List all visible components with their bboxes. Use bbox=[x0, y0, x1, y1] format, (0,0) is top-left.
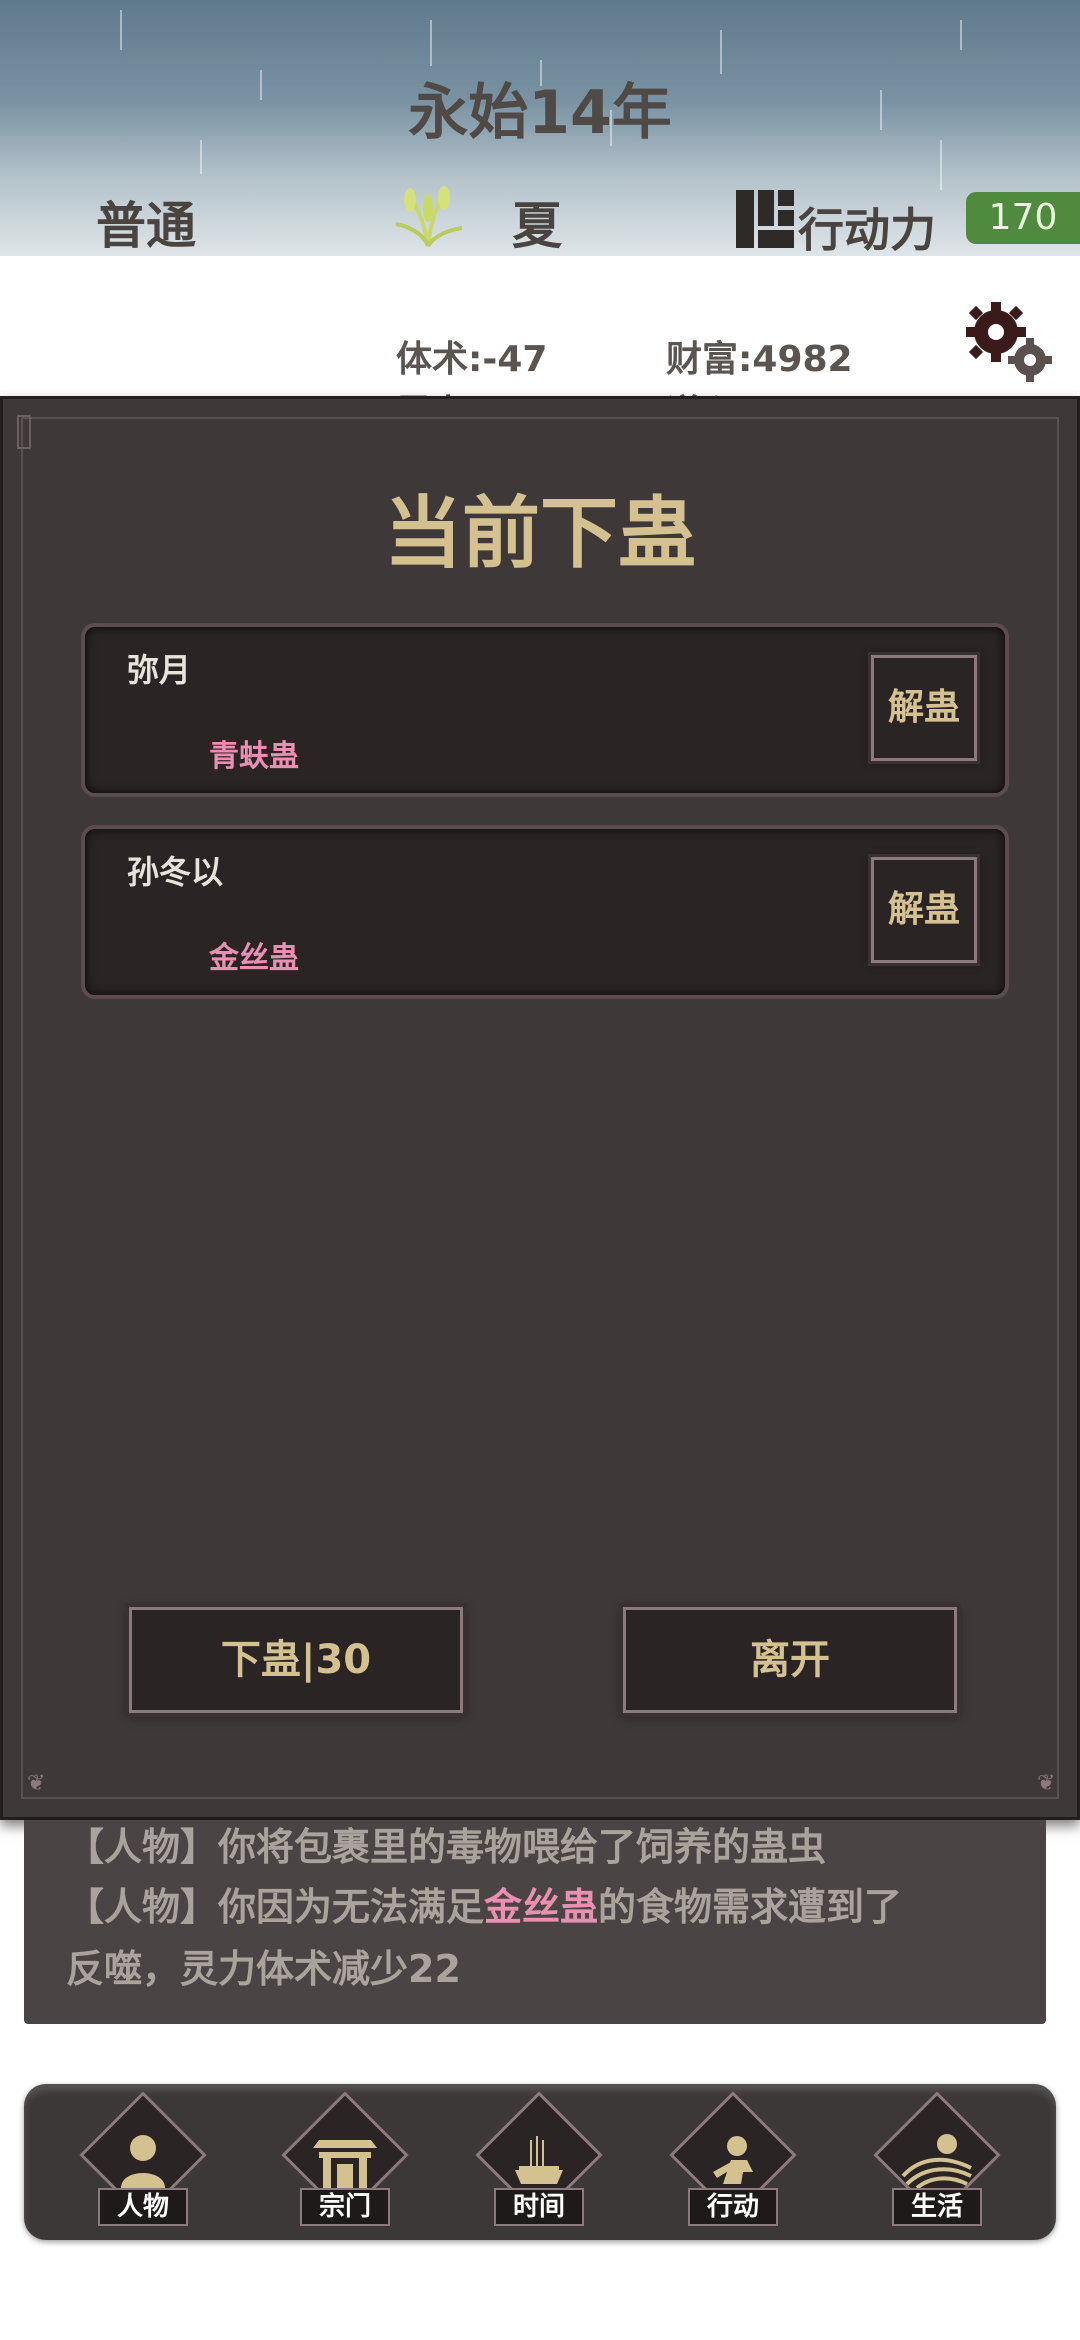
leave-button[interactable]: 离开 bbox=[623, 1607, 957, 1713]
action-points-value: 170 bbox=[966, 192, 1080, 244]
dialog-title: 当前下蛊 bbox=[383, 489, 696, 579]
nav-label: 行动 bbox=[688, 2188, 778, 2226]
target-name: 弥月 bbox=[127, 651, 192, 689]
gu-entry-card: 孙冬以 金丝蛊 解蛊 bbox=[81, 825, 1009, 999]
nav-label: 宗门 bbox=[300, 2188, 390, 2226]
event-log: 【人物】你将包裹里的毒物喂给了饲养的蛊虫 【人物】你因为无法满足金丝蛊的食物需求… bbox=[24, 1820, 1046, 2024]
bottom-nav: 人物 宗门 时间 行动 生活 bbox=[24, 2084, 1056, 2240]
sect-gate-icon bbox=[313, 2140, 377, 2188]
year-title: 永始14年 bbox=[408, 78, 672, 148]
nav-item-time[interactable]: 时间 bbox=[466, 2091, 612, 2228]
action-icon bbox=[713, 2136, 753, 2184]
gu-type: 金丝蛊 bbox=[209, 941, 299, 976]
cure-gu-button[interactable]: 解蛊 bbox=[871, 857, 977, 963]
nav-item-life[interactable]: 生活 bbox=[864, 2091, 1010, 2228]
log-line: 反噬，灵力体术减少22 bbox=[66, 1947, 461, 1991]
frame-corner-ornament bbox=[17, 415, 31, 449]
summer-plant-icon bbox=[395, 186, 463, 248]
life-icon bbox=[901, 2134, 972, 2190]
current-gu-dialog: ❦ ❦ 当前下蛊 弥月 青蚨蛊 解蛊 孙冬以 金丝蛊 解蛊 下蛊|30 离开 bbox=[0, 396, 1080, 1820]
nav-label: 时间 bbox=[494, 2188, 584, 2226]
nav-label: 生活 bbox=[892, 2188, 982, 2226]
frame-corner-ornament: ❦ bbox=[1037, 1771, 1056, 1796]
log-line: 【人物】你因为无法满足金丝蛊的食物需求遭到了 bbox=[66, 1876, 902, 1931]
season-label: 夏 bbox=[512, 197, 562, 255]
gu-type: 青蚨蛊 bbox=[209, 739, 299, 774]
log-line: 【人物】你将包裹里的毒物喂给了饲养的蛊虫 bbox=[66, 1825, 827, 1869]
stat-body-art: 体术:-47 bbox=[396, 339, 548, 380]
log-highlight-gu: 金丝蛊 bbox=[484, 1885, 599, 1929]
incense-icon bbox=[515, 2136, 563, 2184]
nav-item-sect[interactable]: 宗门 bbox=[272, 2091, 418, 2228]
person-icon bbox=[121, 2135, 165, 2188]
action-points-icon bbox=[736, 190, 794, 248]
action-points-label: 行动力 bbox=[798, 203, 936, 256]
nav-item-action[interactable]: 行动 bbox=[660, 2091, 806, 2228]
log-text: 的食物需求遭到了 bbox=[598, 1885, 903, 1929]
weather-banner: 永始14年 普通 夏 行动力 170 bbox=[0, 0, 1080, 256]
nav-item-person[interactable]: 人物 bbox=[70, 2091, 216, 2228]
settings-gear-icon[interactable] bbox=[958, 298, 1058, 388]
difficulty-label: 普通 bbox=[96, 197, 196, 255]
gu-entry-card: 弥月 青蚨蛊 解蛊 bbox=[81, 623, 1009, 797]
cure-gu-button[interactable]: 解蛊 bbox=[871, 655, 977, 761]
target-name: 孙冬以 bbox=[127, 853, 224, 891]
log-text: 【人物】你因为无法满足 bbox=[66, 1885, 485, 1929]
apply-gu-button[interactable]: 下蛊|30 bbox=[129, 1607, 463, 1713]
frame-corner-ornament: ❦ bbox=[27, 1771, 46, 1796]
nav-label: 人物 bbox=[98, 2188, 188, 2226]
stat-wealth: 财富:4982 bbox=[666, 339, 853, 380]
